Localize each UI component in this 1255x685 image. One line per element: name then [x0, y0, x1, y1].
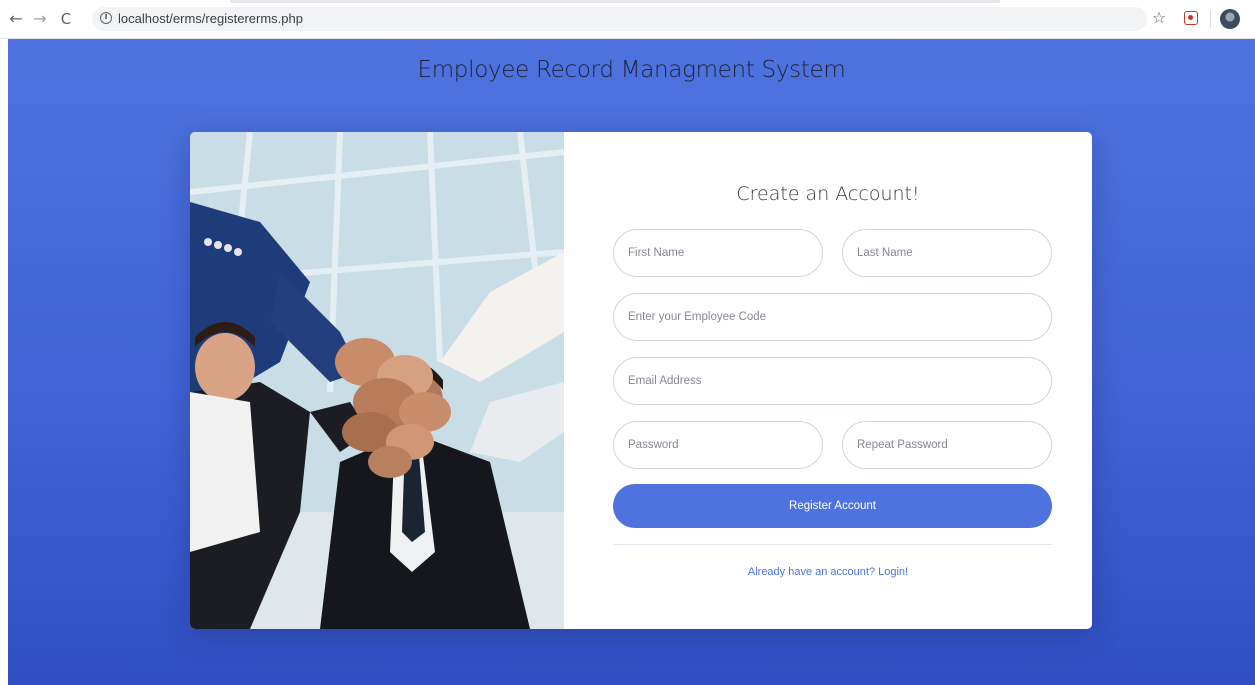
form-heading: Create an Account!: [736, 183, 920, 205]
register-account-button[interactable]: Register Account: [613, 484, 1052, 528]
register-form: Create an Account! Register Account Alre…: [564, 132, 1092, 629]
forward-icon[interactable]: →: [30, 9, 50, 29]
info-icon[interactable]: i: [100, 12, 112, 24]
first-name-input[interactable]: [613, 229, 823, 277]
email-input[interactable]: [613, 357, 1052, 405]
extension-icon[interactable]: [1184, 11, 1198, 25]
last-name-input[interactable]: [842, 229, 1052, 277]
back-icon[interactable]: ←: [6, 9, 26, 29]
repeat-password-input[interactable]: [842, 421, 1052, 469]
tab-strip: [230, 0, 1000, 3]
form-divider: [613, 544, 1052, 545]
page-title: Employee Record Managment System: [417, 57, 846, 83]
page-background: Employee Record Managment System Create …: [8, 39, 1255, 685]
browser-toolbar: ← → C i localhost/erms/registererms.php …: [0, 0, 1255, 39]
login-link[interactable]: Already have an account? Login!: [564, 566, 1092, 578]
address-bar[interactable]: i localhost/erms/registererms.php: [92, 7, 1147, 31]
profile-avatar-icon[interactable]: [1220, 9, 1240, 29]
team-fist-bump-photo: [190, 132, 564, 629]
url-text[interactable]: localhost/erms/registererms.php: [118, 11, 303, 26]
toolbar-divider: [1210, 10, 1211, 28]
register-card: Create an Account! Register Account Alre…: [190, 132, 1092, 629]
employee-code-input[interactable]: [613, 293, 1052, 341]
password-input[interactable]: [613, 421, 823, 469]
bookmark-star-icon[interactable]: ☆: [1150, 9, 1168, 27]
reload-icon[interactable]: C: [56, 9, 76, 29]
